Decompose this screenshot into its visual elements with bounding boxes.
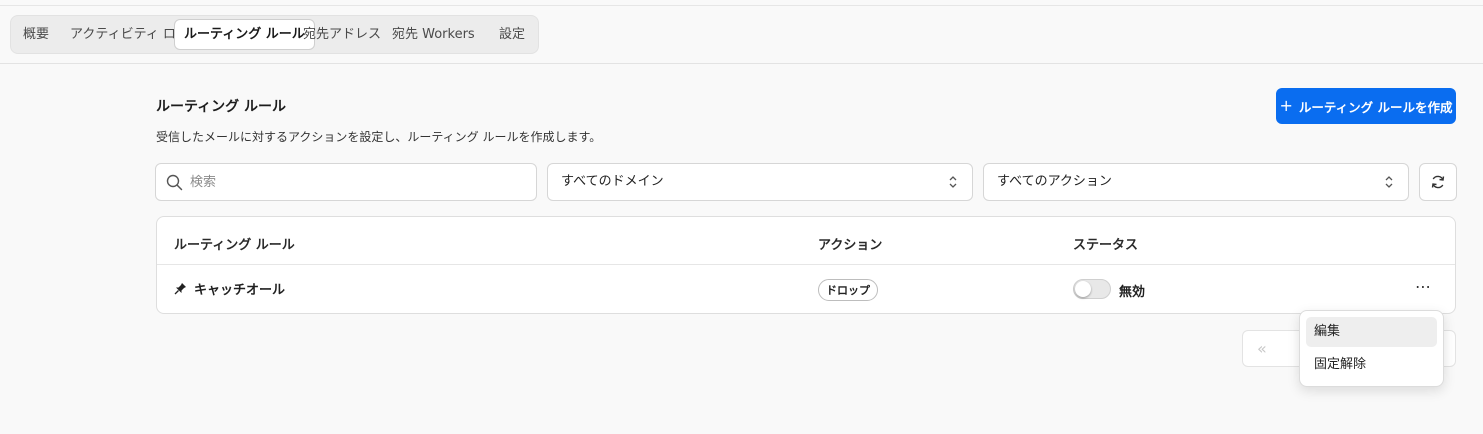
first-page-icon[interactable]: «	[1257, 339, 1267, 358]
tab-overview[interactable]: 概要	[23, 19, 49, 50]
section-title: ルーティング ルール	[156, 99, 287, 115]
search-box[interactable]	[155, 163, 537, 201]
pin-icon	[174, 283, 186, 295]
tab-activity-log[interactable]: アクティビティ ログ	[70, 19, 189, 50]
top-divider	[0, 5, 1483, 6]
tab-destination-workers[interactable]: 宛先 Workers	[392, 19, 475, 50]
status-text: 無効	[1119, 285, 1146, 300]
header-status: ステータス	[1073, 238, 1139, 253]
domain-select[interactable]: すべてのドメイン	[547, 163, 973, 201]
rule-name: キャッチオール	[194, 283, 286, 298]
action-badge: ドロップ	[818, 279, 878, 301]
row-separator	[157, 264, 1455, 265]
refresh-button[interactable]	[1419, 163, 1457, 201]
toggle-knob	[1075, 281, 1091, 297]
chevron-updown-icon	[949, 176, 957, 188]
chevron-updown-icon	[1385, 176, 1393, 188]
header-action: アクション	[818, 238, 883, 253]
more-icon[interactable]: ⋯	[1415, 277, 1432, 296]
domain-select-value: すべてのドメイン	[561, 174, 664, 189]
create-routing-rule-button[interactable]: + ルーティング ルールを作成	[1276, 88, 1456, 124]
rule-name-cell: キャッチオール	[174, 279, 285, 298]
plus-icon: +	[1279, 96, 1293, 115]
routing-rules-table: ルーティング ルール アクション ステータス キャッチオール ドロップ 無効 ⋯	[156, 216, 1456, 314]
search-input[interactable]	[190, 172, 520, 192]
tab-routing-rules[interactable]: ルーティング ルール	[174, 19, 315, 50]
create-button-label: ルーティング ルールを作成	[1298, 99, 1453, 115]
section-description: 受信したメールに対するアクションを設定し、ルーティング ルールを作成します。	[156, 130, 602, 144]
refresh-icon	[1431, 175, 1445, 189]
header-rule: ルーティング ルール	[174, 238, 295, 253]
action-select[interactable]: すべてのアクション	[983, 163, 1409, 201]
context-menu: 編集 固定解除	[1299, 310, 1444, 387]
search-icon	[166, 174, 183, 191]
tab-bar: 概要 アクティビティ ログ ルーティング ルール 宛先アドレス 宛先 Worke…	[10, 15, 539, 54]
menu-item-unpin[interactable]: 固定解除	[1306, 350, 1437, 380]
tab-settings[interactable]: 設定	[499, 19, 525, 50]
status-toggle[interactable]	[1073, 279, 1111, 299]
tab-divider	[0, 63, 1483, 64]
tab-destination-addresses[interactable]: 宛先アドレス	[303, 19, 381, 50]
menu-item-edit[interactable]: 編集	[1306, 317, 1437, 347]
action-select-value: すべてのアクション	[997, 174, 1112, 189]
